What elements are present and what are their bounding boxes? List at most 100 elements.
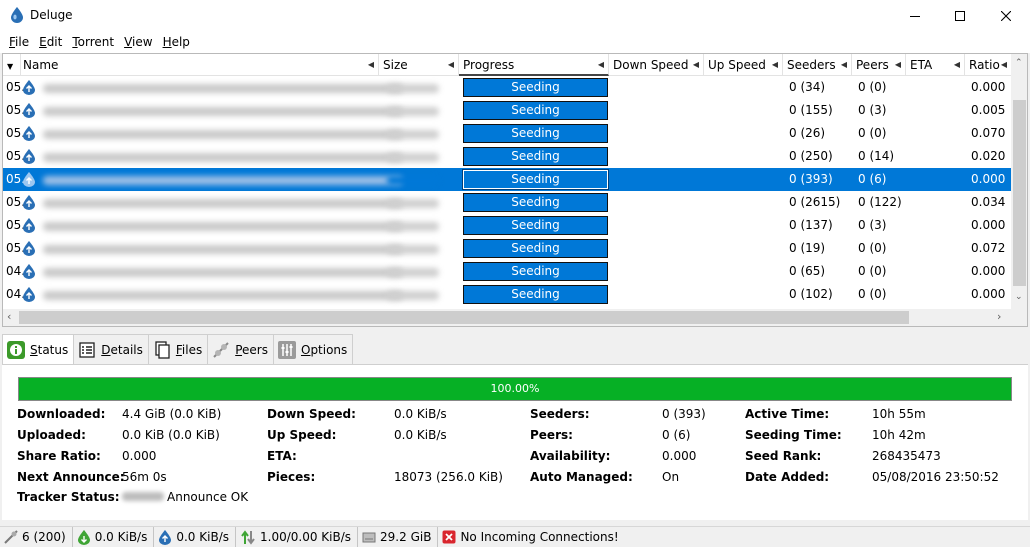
table-row[interactable]: 04. Seeding 0 (65) 0 (0) 0.000: [3, 260, 1011, 283]
row-progress-bar: Seeding: [463, 193, 608, 212]
maximize-button[interactable]: [937, 0, 983, 31]
tab-peers-label: Peers: [235, 342, 268, 357]
sort-arrow-icon: ◀: [447, 60, 454, 69]
tab-details[interactable]: Details: [73, 334, 149, 364]
torrent-name-redacted: [43, 222, 403, 231]
status-panel: 100.00% Downloaded: 4.4 GiB (0.0 KiB) Up…: [2, 364, 1028, 520]
next-announce-value: 56m 0s: [122, 470, 167, 484]
table-row[interactable]: 05. Seeding 0 (250) 0 (14) 0.020: [3, 145, 1011, 168]
horizontal-scrollbar[interactable]: ‹ ›: [3, 309, 1011, 326]
minimize-button[interactable]: [892, 0, 938, 31]
table-row[interactable]: 04. Seeding 0 (102) 0 (0) 0.000: [3, 283, 1011, 306]
tracker-status-label: Tracker Status:: [17, 490, 120, 504]
free-space-value: 29.2 GiB: [380, 530, 432, 544]
table-row[interactable]: 05. Seeding 0 (2615) 0 (122) 0.034: [3, 191, 1011, 214]
connections-icon: [4, 530, 18, 544]
sort-arrow-icon: ◀: [692, 60, 699, 69]
scroll-thumb[interactable]: [1013, 100, 1026, 286]
seeding-state-icon: [23, 126, 35, 141]
peers-cell: 0 (14): [858, 149, 895, 163]
table-row[interactable]: 05. Seeding 0 (155) 0 (3) 0.005: [3, 99, 1011, 122]
menu-torrent[interactable]: Torrent: [67, 35, 119, 49]
column-peers[interactable]: Peers ◀: [852, 54, 906, 76]
detail-tabs: Status Details Files Peers Options: [2, 334, 354, 365]
seeding-state-icon: [23, 195, 35, 210]
title-bar: Deluge: [0, 0, 1030, 31]
options-icon: [277, 340, 296, 359]
seeders-label: Seeders:: [530, 407, 590, 421]
connections-status[interactable]: 6 (200): [0, 526, 73, 547]
column-progress-label: Progress: [463, 58, 515, 72]
peers-cell: 0 (122): [858, 195, 902, 209]
info-icon: [7, 341, 25, 359]
table-row[interactable]: 05. Seeding 0 (34) 0 (0) 0.000: [3, 76, 1011, 99]
table-row[interactable]: 05. Seeding 0 (26) 0 (0) 0.070: [3, 122, 1011, 145]
torrent-size-redacted: [387, 268, 439, 277]
row-progress-bar: Seeding: [463, 216, 608, 235]
scroll-down-icon[interactable]: ⌄: [1015, 292, 1023, 302]
peers-cell: 0 (6): [858, 172, 887, 186]
traffic-arrows-icon: [241, 529, 255, 545]
menu-file[interactable]: File: [4, 35, 34, 49]
column-ratio[interactable]: Ratio ◀: [965, 54, 1011, 76]
column-up-speed[interactable]: Up Speed ◀: [704, 54, 783, 76]
column-eta-label: ETA: [910, 58, 933, 72]
column-size[interactable]: Size ◀: [379, 54, 459, 76]
scroll-up-icon[interactable]: ⌃: [1015, 58, 1023, 68]
column-peers-label: Peers: [856, 58, 889, 72]
download-speed-status[interactable]: 0.0 KiB/s: [73, 526, 155, 547]
tab-status[interactable]: Status: [2, 334, 75, 365]
close-button[interactable]: [983, 0, 1029, 31]
column-seeders[interactable]: Seeders ◀: [783, 54, 852, 76]
protocol-traffic-status[interactable]: 1.00/0.00 KiB/s: [236, 526, 359, 547]
tab-details-label: Details: [101, 342, 143, 357]
upload-speed-status[interactable]: 0.0 KiB/s: [154, 526, 236, 547]
table-row[interactable]: 05. Seeding 0 (393) 0 (6) 0.000: [3, 168, 1011, 191]
seed-rank-label: Seed Rank:: [745, 449, 822, 463]
row-progress-bar: Seeding: [463, 78, 608, 97]
peers-cell: 0 (0): [858, 287, 887, 301]
free-space-status[interactable]: 29.2 GiB: [358, 526, 439, 547]
list-header: ▼ Name ◀ Size ◀ Progress ◀ Down Speed ◀ Up S…: [3, 54, 1011, 76]
seeders-cell: 0 (34): [789, 80, 826, 94]
torrent-name-redacted: [43, 153, 403, 162]
seeders-cell: 0 (26): [789, 126, 826, 140]
tab-files-label: Files: [175, 342, 203, 357]
tab-peers[interactable]: Peers: [207, 334, 274, 364]
column-name[interactable]: Name ◀: [19, 54, 379, 76]
table-row[interactable]: 05. Seeding 0 (137) 0 (3) 0.000: [3, 214, 1011, 237]
ratio-cell: 0.070: [971, 126, 1006, 140]
menu-view[interactable]: View: [119, 35, 157, 49]
incoming-connections-status[interactable]: No Incoming Connections!: [438, 527, 624, 547]
seeders-cell: 0 (102): [789, 287, 833, 301]
disk-icon: [362, 532, 376, 543]
window-title: Deluge: [30, 8, 73, 22]
seeding-state-icon: [23, 241, 35, 256]
peers-label: Peers:: [530, 428, 573, 442]
warning-icon: [442, 530, 456, 544]
pieces-value: 18073 (256.0 KiB): [394, 470, 503, 484]
seeders-cell: 0 (250): [789, 149, 833, 163]
seeding-state-icon: [23, 172, 35, 187]
column-down-speed[interactable]: Down Speed ◀: [609, 54, 704, 76]
scroll-left-icon[interactable]: ‹: [7, 310, 11, 323]
vertical-scrollbar[interactable]: ⌃ ⌄: [1011, 54, 1027, 326]
menu-help[interactable]: Help: [158, 35, 195, 49]
column-eta[interactable]: ETA ◀: [906, 54, 965, 76]
ratio-cell: 0.000: [971, 287, 1006, 301]
close-icon: [1001, 10, 1011, 21]
column-progress[interactable]: Progress ◀: [459, 54, 609, 76]
tab-options[interactable]: Options: [272, 334, 354, 364]
scroll-thumb[interactable]: [19, 311, 909, 324]
seeders-cell: 0 (65): [789, 264, 826, 278]
peers-cell: 0 (3): [858, 103, 887, 117]
torrent-list[interactable]: ▼ Name ◀ Size ◀ Progress ◀ Down Speed ◀ Up S…: [2, 53, 1028, 327]
uploaded-value: 0.0 KiB (0.0 KiB): [122, 428, 220, 442]
ratio-cell: 0.000: [971, 172, 1006, 186]
seeding-time-label: Seeding Time:: [745, 428, 842, 442]
table-row[interactable]: 05. Seeding 0 (19) 0 (0) 0.072: [3, 237, 1011, 260]
scroll-right-icon[interactable]: ›: [997, 310, 1001, 323]
tab-options-label: Options: [300, 342, 348, 357]
menu-edit[interactable]: Edit: [34, 35, 67, 49]
tab-files[interactable]: Files: [147, 334, 209, 364]
